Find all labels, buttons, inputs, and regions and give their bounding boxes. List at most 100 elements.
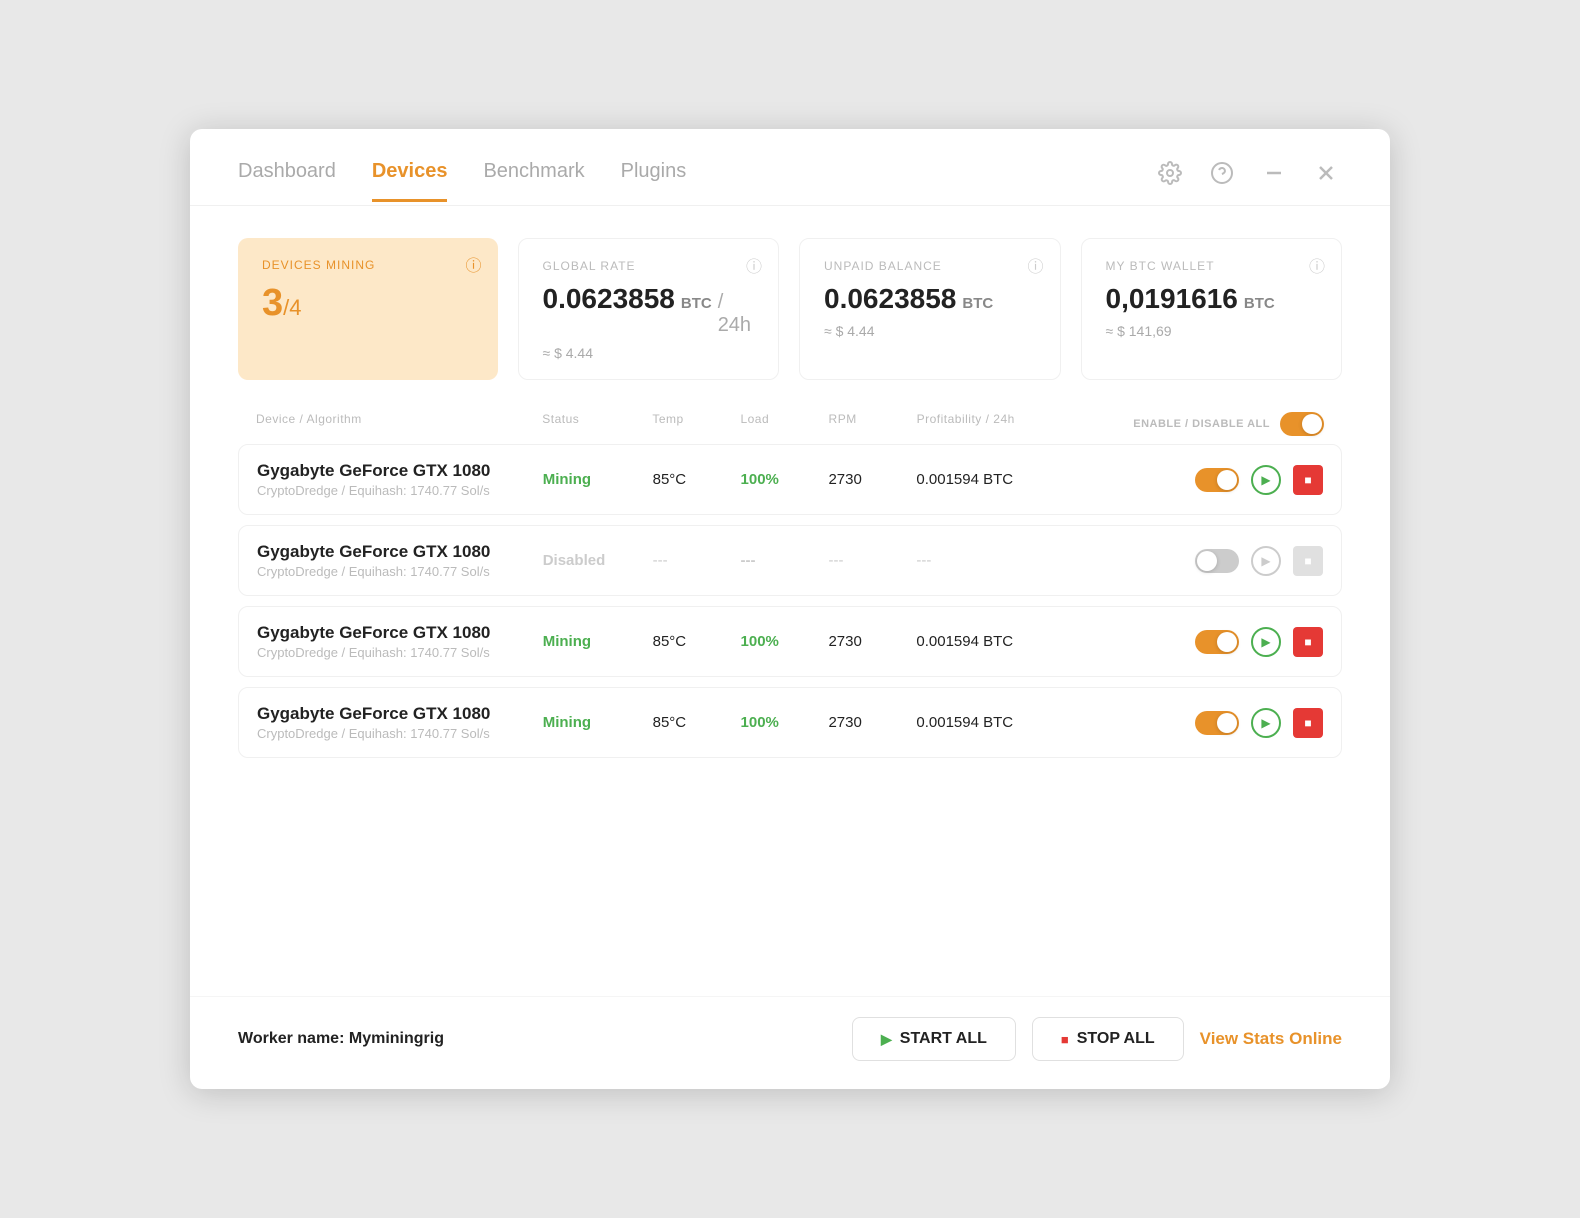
nav-icons (1154, 157, 1342, 205)
device-name: Gygabyte GeForce GTX 1080 (257, 542, 543, 562)
minimize-icon[interactable] (1258, 157, 1290, 189)
table-row: Gygabyte GeForce GTX 1080 CryptoDredge /… (238, 687, 1342, 758)
device-stop-button[interactable]: ■ (1293, 627, 1323, 657)
unpaid-balance-value: 0.0623858 BTC (824, 283, 1036, 315)
device-name: Gygabyte GeForce GTX 1080 (257, 704, 543, 724)
device-toggle[interactable] (1195, 630, 1239, 654)
device-rpm: 2730 (828, 714, 916, 731)
device-play-button[interactable]: ▶ (1251, 546, 1281, 576)
tab-benchmark[interactable]: Benchmark (483, 160, 584, 202)
device-rpm: 2730 (828, 633, 916, 650)
unpaid-balance-sub: ≈ $ 4.44 (824, 323, 1036, 339)
device-status: Mining (543, 471, 653, 488)
help-icon[interactable] (1206, 157, 1238, 189)
device-toggle[interactable] (1195, 711, 1239, 735)
device-temp: 85°C (653, 633, 741, 650)
col-temp: Temp (652, 412, 740, 436)
device-profit: 0.001594 BTC (916, 633, 1081, 650)
device-profit: 0.001594 BTC (916, 471, 1081, 488)
stop-all-stop-icon: ■ (1061, 1032, 1069, 1047)
device-status: Mining (543, 633, 653, 650)
device-toggle[interactable] (1195, 549, 1239, 573)
device-play-button[interactable]: ▶ (1251, 465, 1281, 495)
device-rpm: 2730 (828, 471, 916, 488)
col-profit: Profitability / 24h (917, 412, 1082, 436)
global-rate-info-icon[interactable]: ⓘ (746, 253, 762, 277)
device-status: Disabled (543, 552, 653, 569)
col-status: Status (542, 412, 652, 436)
footer-buttons: ▶ START ALL ■ STOP ALL View Stats Online (852, 1017, 1342, 1061)
device-status: Mining (543, 714, 653, 731)
device-algo: CryptoDredge / Equihash: 1740.77 Sol/s (257, 645, 543, 660)
device-algo: CryptoDredge / Equihash: 1740.77 Sol/s (257, 564, 543, 579)
nav-bar: Dashboard Devices Benchmark Plugins (190, 129, 1390, 206)
col-load: Load (740, 412, 828, 436)
devices-mining-value: 3/4 (262, 282, 474, 325)
device-controls: ▶ ■ (1081, 627, 1323, 657)
device-controls: ▶ ■ (1081, 708, 1323, 738)
table-row: Gygabyte GeForce GTX 1080 CryptoDredge /… (238, 606, 1342, 677)
device-algo: CryptoDredge / Equihash: 1740.77 Sol/s (257, 483, 543, 498)
device-profit: --- (916, 552, 1081, 569)
device-play-button[interactable]: ▶ (1251, 708, 1281, 738)
device-toggle-knob (1217, 713, 1237, 733)
device-toggle-knob (1217, 470, 1237, 490)
settings-icon[interactable] (1154, 157, 1186, 189)
enable-all-toggle-knob (1302, 414, 1322, 434)
start-all-button[interactable]: ▶ START ALL (852, 1017, 1016, 1061)
btc-wallet-card: ⓘ MY BTC WALLET 0,0191616 BTC ≈ $ 141,69 (1081, 238, 1343, 380)
device-algo: CryptoDredge / Equihash: 1740.77 Sol/s (257, 726, 543, 741)
tab-plugins[interactable]: Plugins (621, 160, 687, 202)
tab-dashboard[interactable]: Dashboard (238, 160, 336, 202)
enable-all-toggle[interactable] (1280, 412, 1324, 436)
device-play-button[interactable]: ▶ (1251, 627, 1281, 657)
device-stop-button[interactable]: ■ (1293, 465, 1323, 495)
global-rate-sub: ≈ $ 4.44 (543, 345, 755, 361)
device-stop-button[interactable]: ■ (1293, 546, 1323, 576)
device-controls: ▶ ■ (1081, 546, 1323, 576)
device-profit: 0.001594 BTC (916, 714, 1081, 731)
device-toggle[interactable] (1195, 468, 1239, 492)
unpaid-balance-label: UNPAID BALANCE (824, 259, 1036, 273)
devices-mining-info-icon[interactable]: ⓘ (465, 252, 481, 276)
device-stop-button[interactable]: ■ (1293, 708, 1323, 738)
device-controls: ▶ ■ (1081, 465, 1323, 495)
stats-row: ⓘ DEVICES MINING 3/4 ⓘ GLOBAL RATE 0.062… (238, 238, 1342, 380)
unpaid-balance-card: ⓘ UNPAID BALANCE 0.0623858 BTC ≈ $ 4.44 (799, 238, 1061, 380)
start-all-play-icon: ▶ (881, 1031, 892, 1048)
app-window: Dashboard Devices Benchmark Plugins (190, 129, 1390, 1089)
device-temp: 85°C (653, 471, 741, 488)
device-temp: 85°C (653, 714, 741, 731)
unpaid-balance-info-icon[interactable]: ⓘ (1027, 253, 1043, 277)
device-load: 100% (741, 633, 829, 650)
global-rate-value: 0.0623858 BTC / 24h (543, 283, 755, 337)
device-info: Gygabyte GeForce GTX 1080 CryptoDredge /… (257, 704, 543, 741)
device-load: --- (741, 552, 829, 569)
device-toggle-knob (1197, 551, 1217, 571)
device-info: Gygabyte GeForce GTX 1080 CryptoDredge /… (257, 461, 543, 498)
device-load: 100% (741, 471, 829, 488)
col-device: Device / Algorithm (256, 412, 542, 436)
stop-all-button[interactable]: ■ STOP ALL (1032, 1017, 1184, 1061)
devices-mining-label: DEVICES MINING (262, 258, 474, 272)
table-row: Gygabyte GeForce GTX 1080 CryptoDredge /… (238, 525, 1342, 596)
enable-all-label: ENABLE / DISABLE ALL (1133, 418, 1270, 430)
close-icon[interactable] (1310, 157, 1342, 189)
worker-name-label: Worker name: Myminingrig (238, 1030, 444, 1048)
btc-wallet-info-icon[interactable]: ⓘ (1309, 253, 1325, 277)
device-info: Gygabyte GeForce GTX 1080 CryptoDredge /… (257, 542, 543, 579)
col-enable-all: ENABLE / DISABLE ALL (1082, 412, 1324, 436)
device-rpm: --- (828, 552, 916, 569)
btc-wallet-label: MY BTC WALLET (1106, 259, 1318, 273)
view-stats-button[interactable]: View Stats Online (1200, 1029, 1342, 1049)
table-header: Device / Algorithm Status Temp Load RPM … (238, 412, 1342, 436)
device-temp: --- (653, 552, 741, 569)
device-toggle-knob (1217, 632, 1237, 652)
device-name: Gygabyte GeForce GTX 1080 (257, 461, 543, 481)
global-rate-label: GLOBAL RATE (543, 259, 755, 273)
device-name: Gygabyte GeForce GTX 1080 (257, 623, 543, 643)
table-row: Gygabyte GeForce GTX 1080 CryptoDredge /… (238, 444, 1342, 515)
tab-devices[interactable]: Devices (372, 160, 448, 202)
devices-mining-card: ⓘ DEVICES MINING 3/4 (238, 238, 498, 380)
global-rate-card: ⓘ GLOBAL RATE 0.0623858 BTC / 24h ≈ $ 4.… (518, 238, 780, 380)
